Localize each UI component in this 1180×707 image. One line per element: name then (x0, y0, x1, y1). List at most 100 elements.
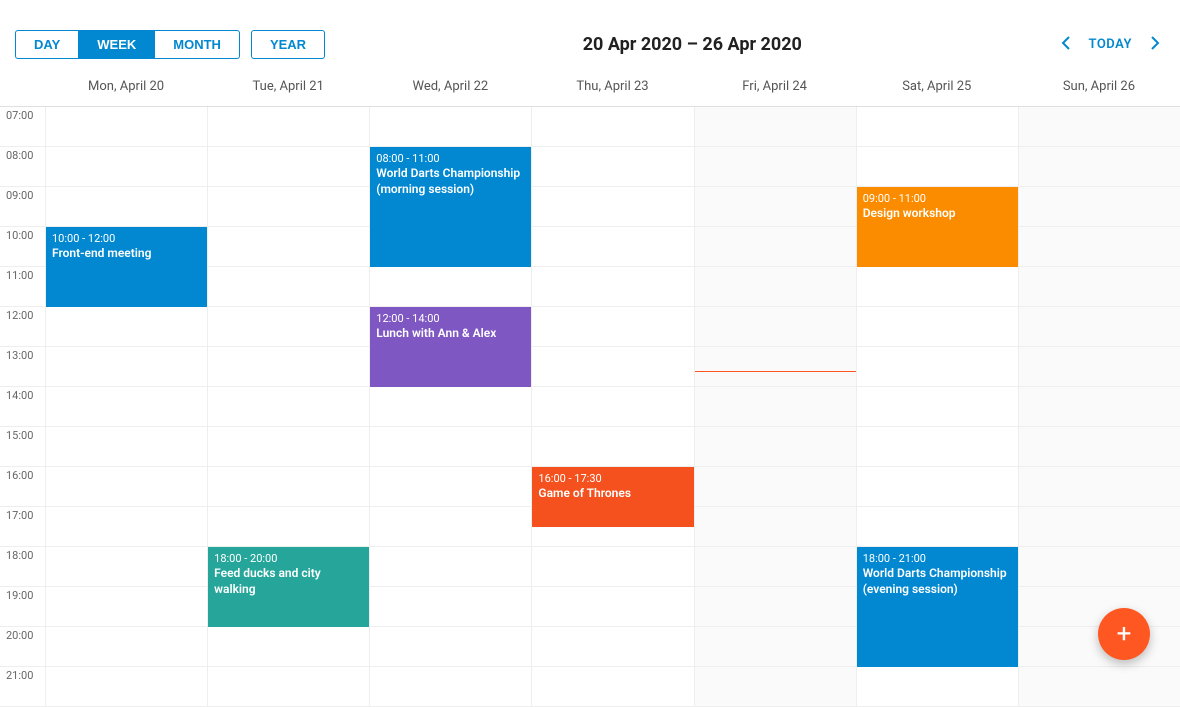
hour-cell[interactable] (370, 467, 531, 507)
hour-cell[interactable] (46, 467, 207, 507)
hour-cell[interactable] (46, 507, 207, 547)
day-column[interactable]: 16:00 - 17:30Game of Thrones (531, 107, 693, 707)
calendar-event[interactable]: 18:00 - 21:00World Darts Championship (e… (857, 547, 1018, 667)
calendar-grid-scroll[interactable]: 07:0008:0009:0010:0011:0012:0013:0014:00… (0, 107, 1180, 707)
hour-cell[interactable] (46, 667, 207, 707)
hour-cell[interactable] (695, 467, 856, 507)
hour-cell[interactable] (695, 347, 856, 387)
hour-cell[interactable] (1019, 347, 1180, 387)
hour-cell[interactable] (1019, 467, 1180, 507)
hour-cell[interactable] (370, 587, 531, 627)
prev-week-button[interactable] (1061, 35, 1071, 54)
hour-cell[interactable] (857, 267, 1018, 307)
calendar-event[interactable]: 12:00 - 14:00Lunch with Ann & Alex (370, 307, 531, 387)
hour-cell[interactable] (208, 147, 369, 187)
hour-cell[interactable] (532, 307, 693, 347)
hour-cell[interactable] (857, 507, 1018, 547)
hour-cell[interactable] (857, 307, 1018, 347)
hour-cell[interactable] (532, 627, 693, 667)
hour-cell[interactable] (208, 427, 369, 467)
hour-cell[interactable] (208, 187, 369, 227)
hour-cell[interactable] (532, 427, 693, 467)
hour-cell[interactable] (532, 667, 693, 707)
view-week-button[interactable]: WEEK (78, 30, 155, 59)
hour-cell[interactable] (1019, 387, 1180, 427)
day-column[interactable]: 18:00 - 20:00Feed ducks and city walking (207, 107, 369, 707)
calendar-event[interactable]: 08:00 - 11:00World Darts Championship (m… (370, 147, 531, 267)
calendar-event[interactable]: 09:00 - 11:00Design workshop (857, 187, 1018, 267)
hour-cell[interactable] (532, 227, 693, 267)
hour-cell[interactable] (208, 267, 369, 307)
hour-cell[interactable] (370, 267, 531, 307)
hour-cell[interactable] (532, 387, 693, 427)
hour-cell[interactable] (46, 427, 207, 467)
hour-cell[interactable] (857, 107, 1018, 147)
hour-cell[interactable] (370, 667, 531, 707)
hour-cell[interactable] (208, 107, 369, 147)
hour-cell[interactable] (695, 307, 856, 347)
hour-cell[interactable] (1019, 507, 1180, 547)
hour-cell[interactable] (857, 467, 1018, 507)
hour-cell[interactable] (695, 107, 856, 147)
hour-cell[interactable] (208, 467, 369, 507)
hour-cell[interactable] (1019, 267, 1180, 307)
hour-cell[interactable] (1019, 307, 1180, 347)
hour-cell[interactable] (46, 347, 207, 387)
hour-cell[interactable] (857, 347, 1018, 387)
hour-cell[interactable] (46, 307, 207, 347)
view-year-button[interactable]: YEAR (251, 30, 325, 59)
hour-cell[interactable] (857, 427, 1018, 467)
hour-cell[interactable] (1019, 107, 1180, 147)
hour-cell[interactable] (532, 547, 693, 587)
hour-cell[interactable] (857, 667, 1018, 707)
next-week-button[interactable] (1150, 35, 1160, 54)
hour-cell[interactable] (46, 587, 207, 627)
hour-cell[interactable] (1019, 587, 1180, 627)
hour-cell[interactable] (857, 147, 1018, 187)
hour-cell[interactable] (46, 187, 207, 227)
calendar-event[interactable]: 18:00 - 20:00Feed ducks and city walking (208, 547, 369, 627)
add-event-button[interactable]: + (1098, 608, 1150, 660)
hour-cell[interactable] (1019, 427, 1180, 467)
hour-cell[interactable] (370, 427, 531, 467)
hour-cell[interactable] (695, 667, 856, 707)
today-button[interactable]: TODAY (1089, 37, 1133, 52)
hour-cell[interactable] (46, 107, 207, 147)
hour-cell[interactable] (1019, 227, 1180, 267)
day-column[interactable] (1018, 107, 1180, 707)
hour-cell[interactable] (46, 387, 207, 427)
hour-cell[interactable] (370, 107, 531, 147)
hour-cell[interactable] (46, 547, 207, 587)
hour-cell[interactable] (695, 267, 856, 307)
hour-cell[interactable] (208, 387, 369, 427)
hour-cell[interactable] (370, 547, 531, 587)
hour-cell[interactable] (695, 507, 856, 547)
hour-cell[interactable] (695, 547, 856, 587)
hour-cell[interactable] (208, 667, 369, 707)
hour-cell[interactable] (532, 347, 693, 387)
hour-cell[interactable] (46, 147, 207, 187)
view-day-button[interactable]: DAY (15, 30, 79, 59)
hour-cell[interactable] (695, 387, 856, 427)
hour-cell[interactable] (208, 507, 369, 547)
hour-cell[interactable] (208, 307, 369, 347)
calendar-event[interactable]: 10:00 - 12:00Front-end meeting (46, 227, 207, 307)
hour-cell[interactable] (1019, 147, 1180, 187)
hour-cell[interactable] (208, 627, 369, 667)
hour-cell[interactable] (695, 187, 856, 227)
hour-cell[interactable] (695, 587, 856, 627)
day-column[interactable]: 08:00 - 11:00World Darts Championship (m… (369, 107, 531, 707)
hour-cell[interactable] (370, 507, 531, 547)
hour-cell[interactable] (1019, 547, 1180, 587)
hour-cell[interactable] (695, 627, 856, 667)
hour-cell[interactable] (532, 107, 693, 147)
hour-cell[interactable] (1019, 187, 1180, 227)
hour-cell[interactable] (532, 587, 693, 627)
hour-cell[interactable] (46, 627, 207, 667)
hour-cell[interactable] (208, 227, 369, 267)
hour-cell[interactable] (532, 267, 693, 307)
hour-cell[interactable] (370, 627, 531, 667)
hour-cell[interactable] (208, 347, 369, 387)
view-month-button[interactable]: MONTH (154, 30, 240, 59)
day-column[interactable]: 10:00 - 12:00Front-end meeting (45, 107, 207, 707)
